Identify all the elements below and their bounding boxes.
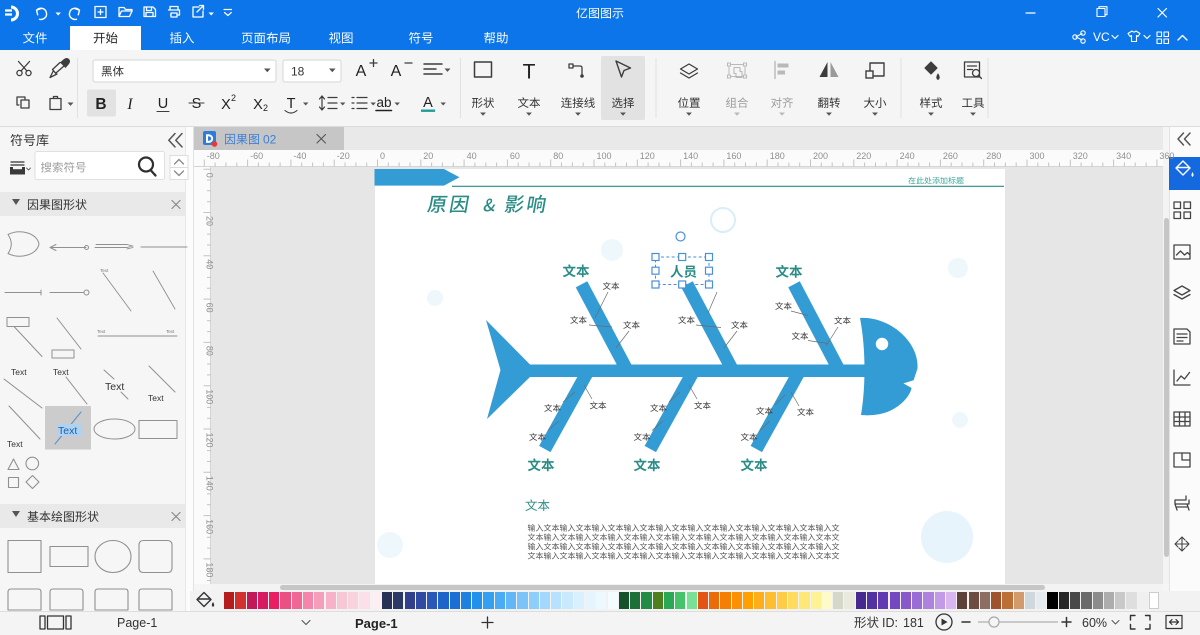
svg-text:Text: Text <box>97 329 106 334</box>
svg-text:Text: Text <box>166 329 175 334</box>
svg-text:181: 181 <box>903 616 924 630</box>
svg-text:Text: Text <box>58 425 77 437</box>
svg-text:Text: Text <box>11 367 27 377</box>
svg-text:2: 2 <box>263 103 268 113</box>
svg-text:40: 40 <box>205 259 215 269</box>
svg-text:ab: ab <box>376 95 391 110</box>
svg-text:220: 220 <box>856 151 871 161</box>
svg-text:U: U <box>158 96 168 112</box>
svg-text:Text: Text <box>7 439 23 449</box>
svg-text:80: 80 <box>553 151 563 161</box>
svg-text:X: X <box>253 97 263 113</box>
svg-text:A: A <box>356 63 367 80</box>
svg-text:I: I <box>126 96 133 113</box>
svg-text:2: 2 <box>231 93 236 103</box>
svg-text:240: 240 <box>900 151 915 161</box>
svg-text:100: 100 <box>597 151 612 161</box>
svg-text:T: T <box>523 61 536 84</box>
svg-text:-20: -20 <box>337 151 350 161</box>
svg-text:160: 160 <box>726 151 741 161</box>
svg-text:40: 40 <box>467 151 477 161</box>
svg-text:Text: Text <box>148 393 164 403</box>
svg-text:140: 140 <box>683 151 698 161</box>
svg-text:120: 120 <box>640 151 655 161</box>
svg-text:80: 80 <box>205 346 215 356</box>
svg-text:Text: Text <box>53 367 69 377</box>
svg-text:320: 320 <box>1073 151 1088 161</box>
svg-text:Page-1: Page-1 <box>117 616 157 630</box>
svg-text:-60: -60 <box>250 151 263 161</box>
svg-text:Page-1: Page-1 <box>355 616 398 631</box>
svg-text:20: 20 <box>423 151 433 161</box>
svg-text:Text: Text <box>100 268 109 273</box>
svg-text:340: 340 <box>1116 151 1131 161</box>
svg-text:X: X <box>221 97 231 113</box>
svg-text:ID:: ID: <box>882 616 898 630</box>
svg-text:60%: 60% <box>1082 616 1107 630</box>
svg-text:-40: -40 <box>293 151 306 161</box>
svg-text:02: 02 <box>263 133 277 147</box>
svg-text:0: 0 <box>205 173 215 178</box>
svg-text:S: S <box>192 96 202 112</box>
svg-text:0: 0 <box>380 151 385 161</box>
svg-text:A: A <box>423 95 433 111</box>
svg-text:Text: Text <box>105 381 124 393</box>
svg-text:260: 260 <box>943 151 958 161</box>
svg-text:180: 180 <box>770 151 785 161</box>
svg-text:VC: VC <box>1093 30 1110 44</box>
svg-text:280: 280 <box>986 151 1001 161</box>
svg-text:B: B <box>95 96 106 113</box>
svg-text:T: T <box>287 96 296 112</box>
svg-text:200: 200 <box>813 151 828 161</box>
svg-text:60: 60 <box>510 151 520 161</box>
svg-text:A: A <box>391 63 402 80</box>
svg-text:300: 300 <box>1030 151 1045 161</box>
svg-text:-80: -80 <box>207 151 220 161</box>
svg-text:360: 360 <box>1159 151 1174 161</box>
svg-text:18: 18 <box>291 65 305 79</box>
svg-text:20: 20 <box>205 216 215 226</box>
svg-text:60: 60 <box>205 303 215 313</box>
